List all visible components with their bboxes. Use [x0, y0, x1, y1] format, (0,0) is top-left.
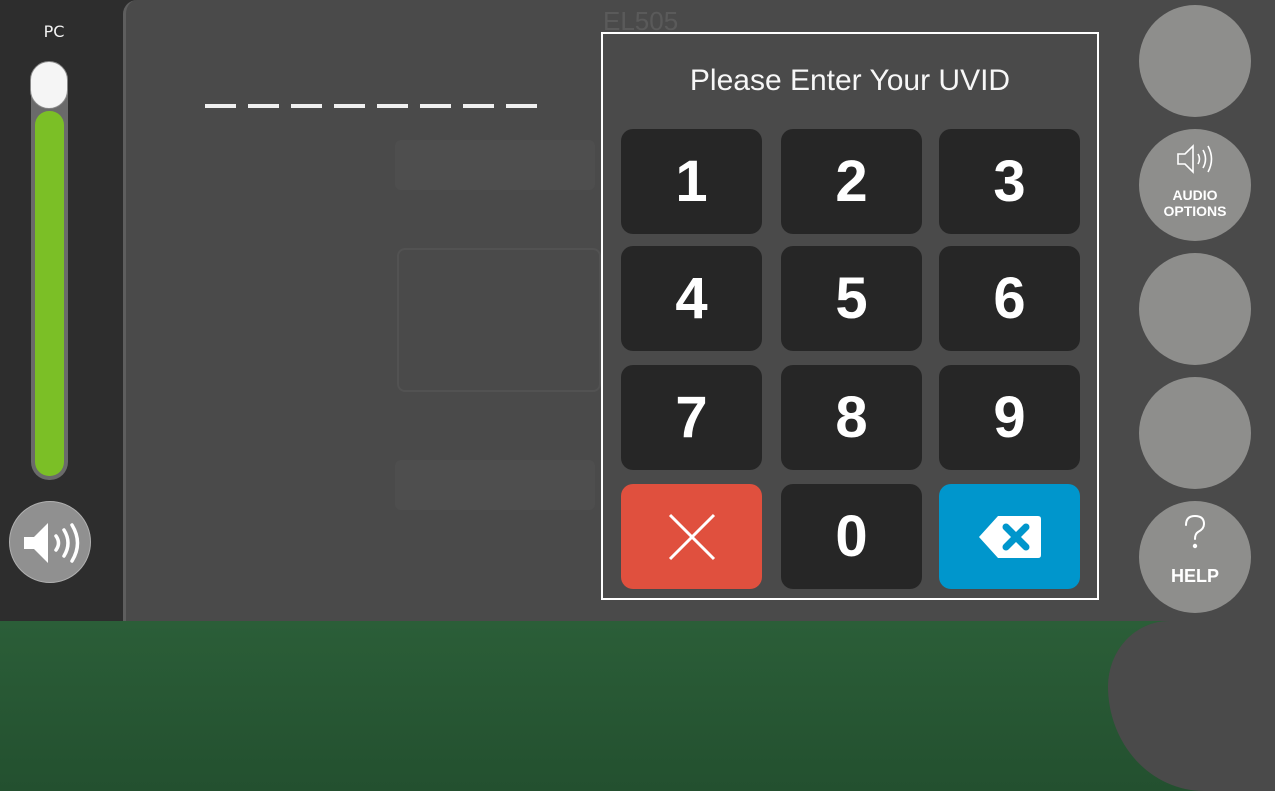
x-icon — [668, 513, 715, 560]
speaker-icon — [1177, 144, 1213, 174]
pc-label: PC — [43, 22, 65, 41]
key-6[interactable]: 6 — [939, 246, 1080, 351]
footer-corner — [1040, 621, 1275, 791]
left-sidebar: PC — [0, 0, 124, 621]
key-1[interactable]: 1 — [621, 129, 762, 234]
audio-options-button[interactable]: AUDIO OPTIONS — [1139, 129, 1251, 241]
key-9[interactable]: 9 — [939, 365, 1080, 470]
uvid-digit-slot — [420, 104, 451, 108]
blank-button-3[interactable] — [1139, 377, 1251, 489]
key-5[interactable]: 5 — [781, 246, 922, 351]
uvid-digit-slot — [377, 104, 408, 108]
uvid-keypad-dialog: Please Enter Your UVID 1 2 3 4 5 6 7 8 9… — [601, 32, 1099, 600]
speaker-icon — [24, 523, 80, 563]
background-frame — [397, 248, 601, 392]
key-7[interactable]: 7 — [621, 365, 762, 470]
key-2[interactable]: 2 — [781, 129, 922, 234]
background-text-block — [395, 460, 595, 510]
mute-button[interactable] — [9, 501, 91, 583]
backspace-button[interactable] — [939, 484, 1080, 589]
help-button[interactable]: HELP — [1139, 501, 1251, 613]
uvid-digit-slot — [205, 104, 236, 108]
audio-options-label-2: OPTIONS — [1163, 203, 1227, 219]
uvid-digit-slot — [506, 104, 537, 108]
uvid-entry-display — [205, 104, 537, 108]
key-8[interactable]: 8 — [781, 365, 922, 470]
key-4[interactable]: 4 — [621, 246, 762, 351]
uvid-digit-slot — [291, 104, 322, 108]
blank-button-2[interactable] — [1139, 253, 1251, 365]
blank-button-1[interactable] — [1139, 5, 1251, 117]
backspace-icon — [978, 515, 1041, 558]
key-3[interactable]: 3 — [939, 129, 1080, 234]
uvid-digit-slot — [334, 104, 365, 108]
volume-slider-fill — [35, 111, 64, 476]
background-text-block — [395, 140, 595, 190]
uvid-digit-slot — [463, 104, 494, 108]
uvid-digit-slot — [248, 104, 279, 108]
audio-options-label-1: AUDIO — [1172, 187, 1218, 203]
clear-button[interactable] — [621, 484, 762, 589]
volume-slider-handle[interactable] — [30, 61, 68, 109]
question-icon — [1185, 514, 1206, 549]
keypad-title: Please Enter Your UVID — [689, 64, 1011, 97]
help-label: HELP — [1170, 566, 1219, 586]
key-0[interactable]: 0 — [781, 484, 922, 589]
